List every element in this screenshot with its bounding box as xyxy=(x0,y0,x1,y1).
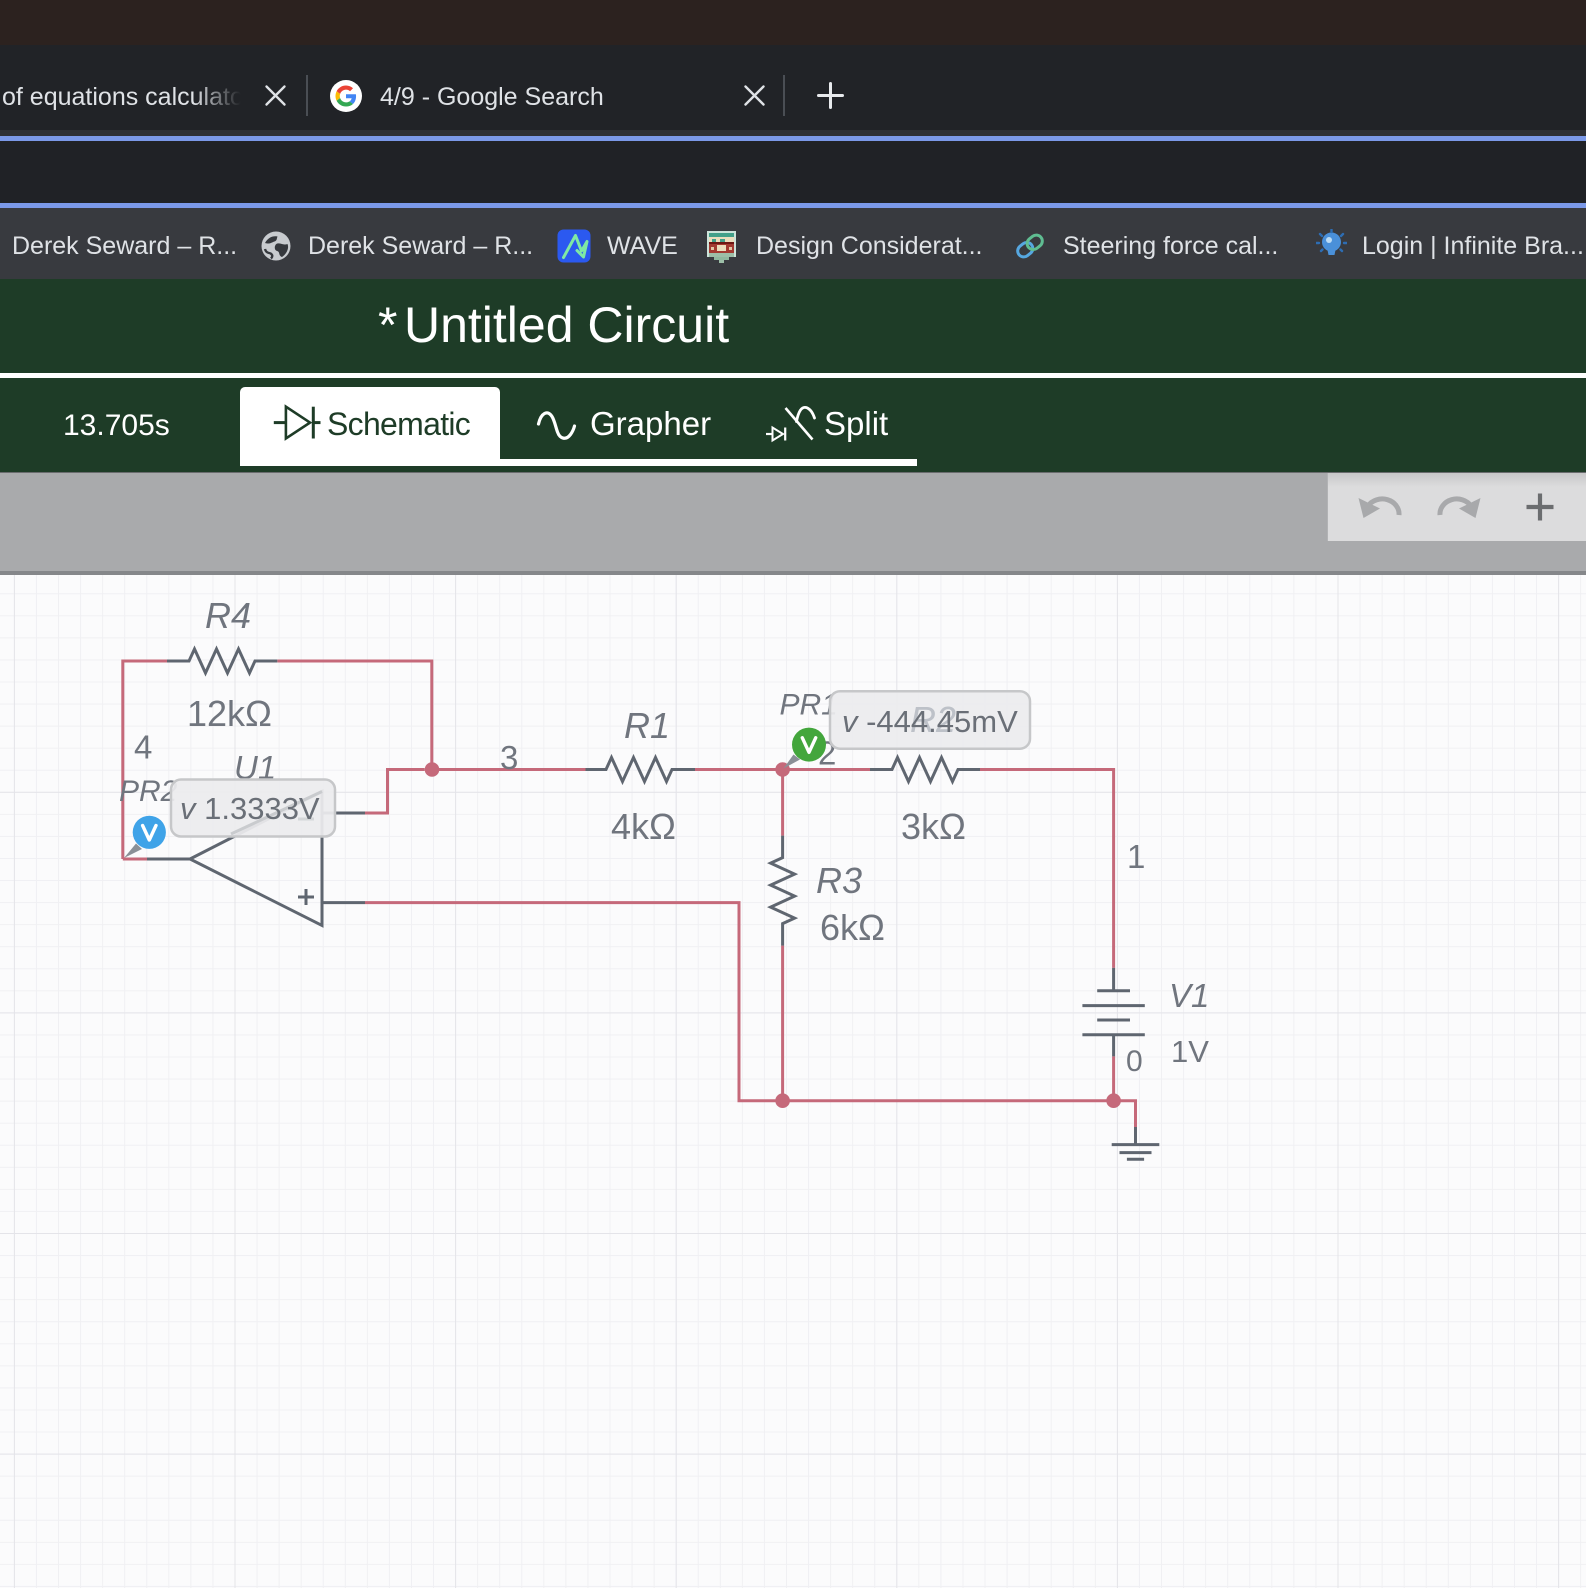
svg-text:v -444.45mV: v -444.45mV xyxy=(842,704,1018,739)
svg-text:PR2: PR2 xyxy=(119,775,178,808)
svg-text:1: 1 xyxy=(1127,838,1145,875)
svg-text:1V: 1V xyxy=(1171,1034,1209,1069)
svg-text:4kΩ: 4kΩ xyxy=(611,806,676,847)
svg-text:V1: V1 xyxy=(1169,977,1209,1014)
svg-text:3: 3 xyxy=(500,739,518,776)
svg-text:R3: R3 xyxy=(816,860,862,901)
svg-text:4: 4 xyxy=(134,729,152,766)
svg-text:0: 0 xyxy=(1126,1045,1143,1078)
svg-text:R1: R1 xyxy=(624,705,670,746)
svg-text:3kΩ: 3kΩ xyxy=(901,806,966,847)
svg-text:12kΩ: 12kΩ xyxy=(187,693,272,734)
svg-text:R4: R4 xyxy=(205,595,251,636)
svg-text:v 1.3333V: v 1.3333V xyxy=(180,791,320,826)
svg-text:6kΩ: 6kΩ xyxy=(820,907,885,948)
